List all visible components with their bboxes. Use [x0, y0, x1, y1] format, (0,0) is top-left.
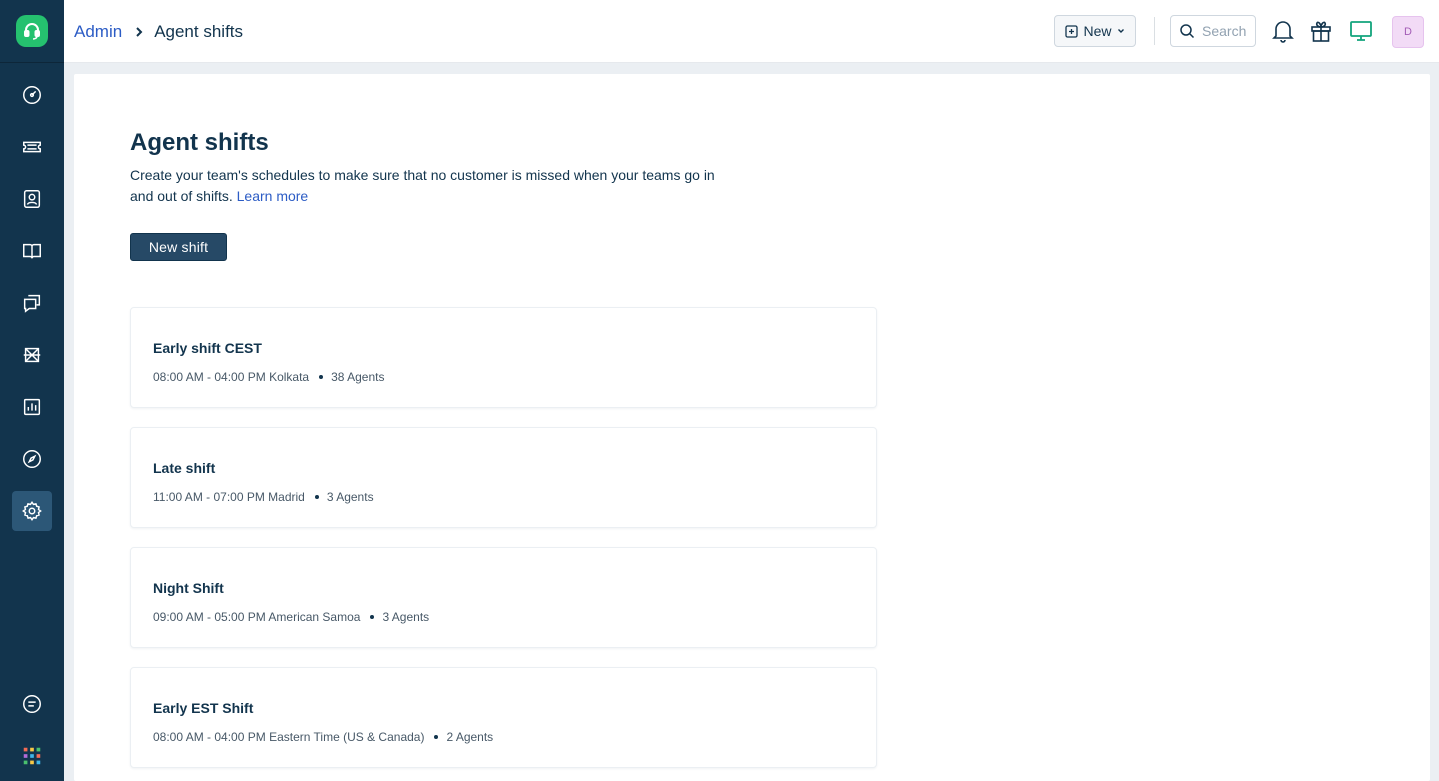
sidebar-item-tickets[interactable]: [12, 127, 52, 167]
cube-icon: [23, 347, 41, 363]
new-shift-button[interactable]: New shift: [130, 233, 227, 261]
shift-name: Late shift: [153, 460, 216, 476]
shift-card[interactable]: Early shift CEST 08:00 AM - 04:00 PM Kol…: [130, 307, 877, 408]
sidebar-item-reports[interactable]: [12, 387, 52, 427]
chat-bubbles-icon: [23, 294, 41, 313]
shift-meta: 09:00 AM - 05:00 PM American Samoa 3 Age…: [153, 610, 429, 624]
chevron-right-icon: [134, 26, 144, 38]
main-content: Agent shifts Create your team's schedule…: [74, 74, 1430, 781]
shift-name: Early shift CEST: [153, 340, 262, 356]
headset-logo-icon[interactable]: [16, 15, 48, 47]
monitor-icon[interactable]: [1349, 19, 1373, 43]
book-icon: [23, 243, 41, 259]
shift-agents: 3 Agents: [382, 610, 430, 624]
gear-icon: [22, 501, 42, 521]
shift-time: 09:00 AM - 05:00 PM American Samoa: [153, 610, 361, 624]
shift-time: 08:00 AM - 04:00 PM Kolkata: [153, 370, 310, 384]
gift-icon[interactable]: [1309, 19, 1333, 43]
separator-dot: [434, 735, 439, 739]
logo-container: [0, 0, 64, 63]
sidebar-item-chat[interactable]: [12, 684, 52, 724]
sidebar-item-assets[interactable]: [12, 335, 52, 375]
breadcrumb-admin-link[interactable]: Admin: [74, 22, 122, 42]
chat-icon: [23, 695, 41, 713]
description-text: Create your team's schedules to make sur…: [130, 167, 715, 204]
notifications-bell-icon[interactable]: [1271, 19, 1295, 43]
breadcrumb-current: Agent shifts: [154, 21, 244, 41]
shift-name: Early EST Shift: [153, 700, 254, 716]
search-placeholder: Search: [1202, 23, 1247, 39]
shift-meta: 08:00 AM - 04:00 PM Eastern Time (US & C…: [153, 730, 493, 744]
sidebar-item-solutions[interactable]: [12, 231, 52, 271]
dashboard-gauge-icon: [23, 86, 41, 104]
shift-time: 08:00 AM - 04:00 PM Eastern Time (US & C…: [153, 730, 425, 744]
sidebar-item-contacts[interactable]: [12, 179, 52, 219]
sidebar-item-forums[interactable]: [12, 283, 52, 323]
search-input[interactable]: Search: [1170, 15, 1256, 47]
sidebar-item-tools[interactable]: [12, 439, 52, 479]
shift-agents: 2 Agents: [446, 730, 494, 744]
shift-meta: 08:00 AM - 04:00 PM Kolkata 38 Agents: [153, 370, 384, 384]
learn-more-link[interactable]: Learn more: [237, 188, 309, 204]
page-title: Agent shifts: [130, 129, 269, 156]
sidebar-item-apps[interactable]: [12, 736, 52, 776]
separator-dot: [319, 375, 324, 379]
app-grid-icon: [23, 747, 41, 765]
separator-dot: [314, 495, 319, 499]
chevron-down-icon: [1117, 29, 1124, 33]
header-divider: [1154, 17, 1155, 45]
contact-card-icon: [23, 190, 41, 208]
new-dropdown-button[interactable]: New: [1054, 15, 1136, 47]
shift-time: 11:00 AM - 07:00 PM Madrid: [153, 490, 305, 504]
compass-icon: [23, 450, 41, 468]
shift-card[interactable]: Night Shift 09:00 AM - 05:00 PM American…: [130, 547, 877, 648]
avatar[interactable]: D: [1392, 16, 1424, 48]
page-description: Create your team's schedules to make sur…: [130, 165, 720, 207]
sidebar-item-dashboard[interactable]: [12, 75, 52, 115]
shift-name: Night Shift: [153, 580, 224, 596]
new-button-label: New: [1083, 23, 1112, 39]
shift-agents: 3 Agents: [326, 490, 374, 504]
shift-card[interactable]: Late shift 11:00 AM - 07:00 PM Madrid 3 …: [130, 427, 877, 528]
search-icon: [1180, 24, 1195, 39]
sidebar-item-admin[interactable]: [12, 491, 52, 531]
separator-dot: [370, 615, 375, 619]
ticket-icon: [23, 141, 41, 153]
plus-square-icon: [1065, 24, 1079, 38]
shift-meta: 11:00 AM - 07:00 PM Madrid 3 Agents: [153, 490, 374, 504]
sidebar: [0, 0, 64, 781]
breadcrumb: Admin Agent shifts: [74, 0, 243, 63]
bar-chart-icon: [23, 398, 41, 416]
avatar-initial: D: [1404, 26, 1412, 38]
shift-card[interactable]: Early EST Shift 08:00 AM - 04:00 PM East…: [130, 667, 877, 768]
top-header: Admin Agent shifts New Search D: [64, 0, 1439, 63]
shift-agents: 38 Agents: [331, 370, 385, 384]
